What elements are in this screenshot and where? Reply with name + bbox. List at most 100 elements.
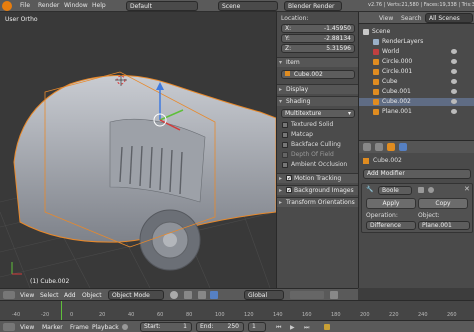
blender-logo-icon[interactable] [2, 1, 12, 11]
transform-orientations-section[interactable]: Transform Orientations [277, 197, 358, 207]
outliner-item[interactable]: Cube [359, 78, 474, 86]
y-value: -2.88134 [324, 35, 351, 42]
menu-render[interactable]: Render [38, 2, 59, 9]
outliner-header: View Search All Scenes [359, 12, 474, 24]
manipulator-icon[interactable] [198, 291, 206, 299]
ambient-occlusion-label: Ambient Occlusion [291, 161, 348, 168]
operation-select[interactable]: Difference [366, 221, 416, 230]
jump-start-icon[interactable]: ⏮ [276, 324, 281, 332]
timeline-frame-menu[interactable]: Frame [70, 324, 89, 331]
end-frame-field[interactable]: End: 250 [196, 322, 244, 332]
current-frame-field[interactable]: 1 [248, 322, 266, 332]
scene-selector[interactable]: Scene [218, 1, 278, 11]
copy-button[interactable]: Copy [418, 198, 468, 209]
outliner-item[interactable]: Circle.000 [359, 58, 474, 66]
backface-culling-label: Backface Culling [291, 141, 341, 148]
menu-file[interactable]: File [20, 2, 30, 9]
object-tab-icon[interactable] [387, 143, 395, 151]
outliner-item[interactable]: Cube.001 [359, 88, 474, 96]
item-name-field[interactable]: Cube.002 [281, 70, 355, 79]
visibility-eye-icon[interactable] [451, 89, 457, 94]
background-images-checkbox[interactable] [286, 186, 292, 195]
playhead[interactable] [61, 301, 62, 321]
timeline-playback-menu[interactable]: Playback [92, 324, 119, 331]
outliner-item[interactable]: RenderLayers [359, 38, 474, 46]
pivot-icon[interactable] [184, 291, 192, 299]
mode-selector[interactable]: Object Mode [108, 290, 164, 300]
shading-sphere-icon[interactable] [170, 291, 178, 299]
keying-icon[interactable] [324, 324, 330, 330]
display-section-header[interactable]: Display [277, 84, 358, 94]
timeline-view-menu[interactable]: View [20, 324, 34, 331]
textured-solid-checkbox[interactable] [282, 122, 288, 128]
outliner-item[interactable]: Plane.001 [359, 108, 474, 116]
visibility-eye-icon[interactable] [451, 49, 457, 54]
motion-tracking-section[interactable]: Motion Tracking [277, 173, 358, 183]
jump-end-icon[interactable]: ⏭ [304, 324, 309, 332]
visibility-eye-icon[interactable] [451, 79, 457, 84]
location-x-field[interactable]: X: -1.45950 [281, 24, 355, 33]
header-object-menu[interactable]: Object [82, 292, 102, 299]
visibility-eye-icon[interactable] [451, 69, 457, 74]
y-label: Y: [285, 35, 290, 42]
header-select-menu[interactable]: Select [40, 292, 59, 299]
depth-of-field-checkbox[interactable] [282, 152, 288, 158]
camera-icon[interactable] [418, 187, 424, 193]
timeline-editor-icon[interactable] [3, 323, 15, 331]
current-frame-value: 1 [252, 323, 256, 330]
tab-search[interactable]: Search [401, 15, 422, 22]
header-view-menu[interactable]: View [20, 292, 34, 299]
add-modifier-dropdown[interactable]: Add Modifier [363, 169, 471, 179]
start-frame-field[interactable]: Start: 1 [140, 322, 192, 332]
outliner-item[interactable]: Cube.002 [359, 98, 474, 106]
3d-viewport[interactable]: User Ortho (1) Cube.002 [0, 12, 276, 288]
motion-tracking-checkbox[interactable] [286, 174, 292, 183]
visibility-eye-icon[interactable] [451, 109, 457, 114]
orientation-selector[interactable]: Global [244, 290, 284, 300]
layout-selector[interactable]: Default [126, 1, 198, 11]
translate-icon[interactable] [210, 291, 218, 299]
scene-tab-icon[interactable] [375, 143, 383, 151]
ambient-occlusion-checkbox[interactable] [282, 162, 288, 168]
editor-type-icon[interactable] [3, 291, 15, 299]
record-icon[interactable] [122, 324, 128, 330]
visibility-eye-icon[interactable] [451, 59, 457, 64]
visibility-eye-icon[interactable] [451, 99, 457, 104]
outliner-item[interactable]: Circle.001 [359, 68, 474, 76]
top-menubar: File Render Window Help Default Scene Bl… [0, 0, 474, 12]
item-section-header[interactable]: Item [277, 57, 358, 67]
timeline-marker-menu[interactable]: Marker [42, 324, 63, 331]
location-z-field[interactable]: Z: 5.31596 [281, 44, 355, 53]
menu-help[interactable]: Help [92, 2, 106, 9]
view-label: User Ortho [5, 16, 38, 23]
location-y-field[interactable]: Y: -2.88134 [281, 34, 355, 43]
matcap-checkbox[interactable] [282, 132, 288, 138]
layers-grid-icon[interactable] [290, 291, 324, 299]
play-icon[interactable]: ▶ [290, 324, 295, 331]
timeline[interactable]: -40 -20 0 20 40 60 80 100 120 140 160 180 200 220 240 2… [0, 300, 474, 321]
shading-section-header[interactable]: Shading [277, 96, 358, 106]
header-add-menu[interactable]: Add [64, 292, 76, 299]
object-select[interactable]: Plane.001 [418, 221, 470, 230]
outliner-item[interactable]: Scene [359, 28, 474, 36]
backface-culling-checkbox[interactable] [282, 142, 288, 148]
modifier-name-field[interactable]: Boole [378, 186, 412, 195]
tab-all-scenes[interactable]: All Scenes [425, 13, 473, 23]
render-engine-selector[interactable]: Blender Render [284, 1, 342, 11]
modifier-tab-icon[interactable] [399, 143, 407, 151]
active-object-label: (1) Cube.002 [30, 278, 70, 285]
render-tab-icon[interactable] [363, 143, 371, 151]
timeline-tick-label: 0 [70, 312, 74, 318]
snap-magnet-icon[interactable] [330, 291, 338, 299]
timeline-tick-label: 240 [418, 312, 428, 318]
background-images-section[interactable]: Background Images [277, 185, 358, 195]
eye-icon[interactable] [428, 187, 434, 193]
apply-button[interactable]: Apply [366, 198, 416, 209]
modifier-name-value: Boole [382, 187, 399, 194]
tab-view[interactable]: View [379, 15, 393, 22]
menu-window[interactable]: Window [64, 2, 88, 9]
outliner-item[interactable]: World [359, 48, 474, 56]
shading-mode-select[interactable]: Multitexture ▾ [281, 109, 355, 118]
timeline-tick-label: 260 [447, 312, 457, 318]
close-icon[interactable]: ✕ [464, 185, 470, 193]
